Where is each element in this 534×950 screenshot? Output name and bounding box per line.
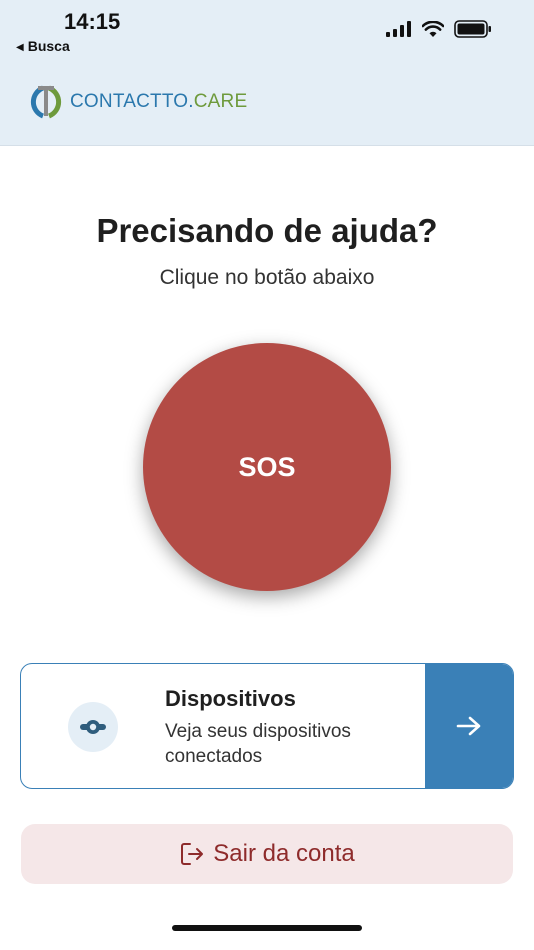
page-title: Precisando de ajuda? <box>96 212 438 249</box>
logo-wordmark: CONTACTTO.CARE <box>70 91 247 113</box>
back-app-label: Busca <box>27 38 70 54</box>
app-header: CONTACTTO.CARE <box>0 62 534 146</box>
device-icon <box>80 720 106 734</box>
signal-icon <box>386 21 411 37</box>
logo-part-care: CARE <box>193 91 248 112</box>
status-bar: 14:15 ◀ Busca <box>0 0 534 62</box>
contacttocare-logo-icon <box>30 85 62 119</box>
sos-label: SOS <box>238 451 296 482</box>
wifi-icon <box>422 20 444 37</box>
logout-label: Sair da conta <box>213 840 355 867</box>
back-triangle-icon: ◀ <box>16 42 24 53</box>
logout-button[interactable]: Sair da conta <box>21 824 513 884</box>
app-logo: CONTACTTO.CARE <box>26 82 247 122</box>
logo-part-to: TO. <box>161 91 194 112</box>
devices-card[interactable]: Dispositivos Veja seus dispositivos cone… <box>20 663 514 789</box>
sos-button[interactable]: SOS <box>143 343 391 591</box>
status-time: 14:15 <box>64 9 121 34</box>
home-indicator[interactable] <box>172 925 362 931</box>
arrow-right-icon <box>456 716 481 736</box>
logout-icon <box>181 843 204 865</box>
device-icon-badge <box>68 702 118 752</box>
devices-card-description: Veja seus dispositivos conectados <box>165 721 351 767</box>
page-subtitle: Clique no botão abaixo <box>159 266 375 289</box>
devices-card-go-button[interactable] <box>425 664 513 788</box>
back-to-app-link[interactable]: ◀ Busca <box>16 38 70 54</box>
status-icons <box>386 20 492 38</box>
battery-icon <box>454 20 491 38</box>
logo-part-contact: CONTACT <box>70 91 162 112</box>
devices-card-title: Dispositivos <box>165 686 296 711</box>
